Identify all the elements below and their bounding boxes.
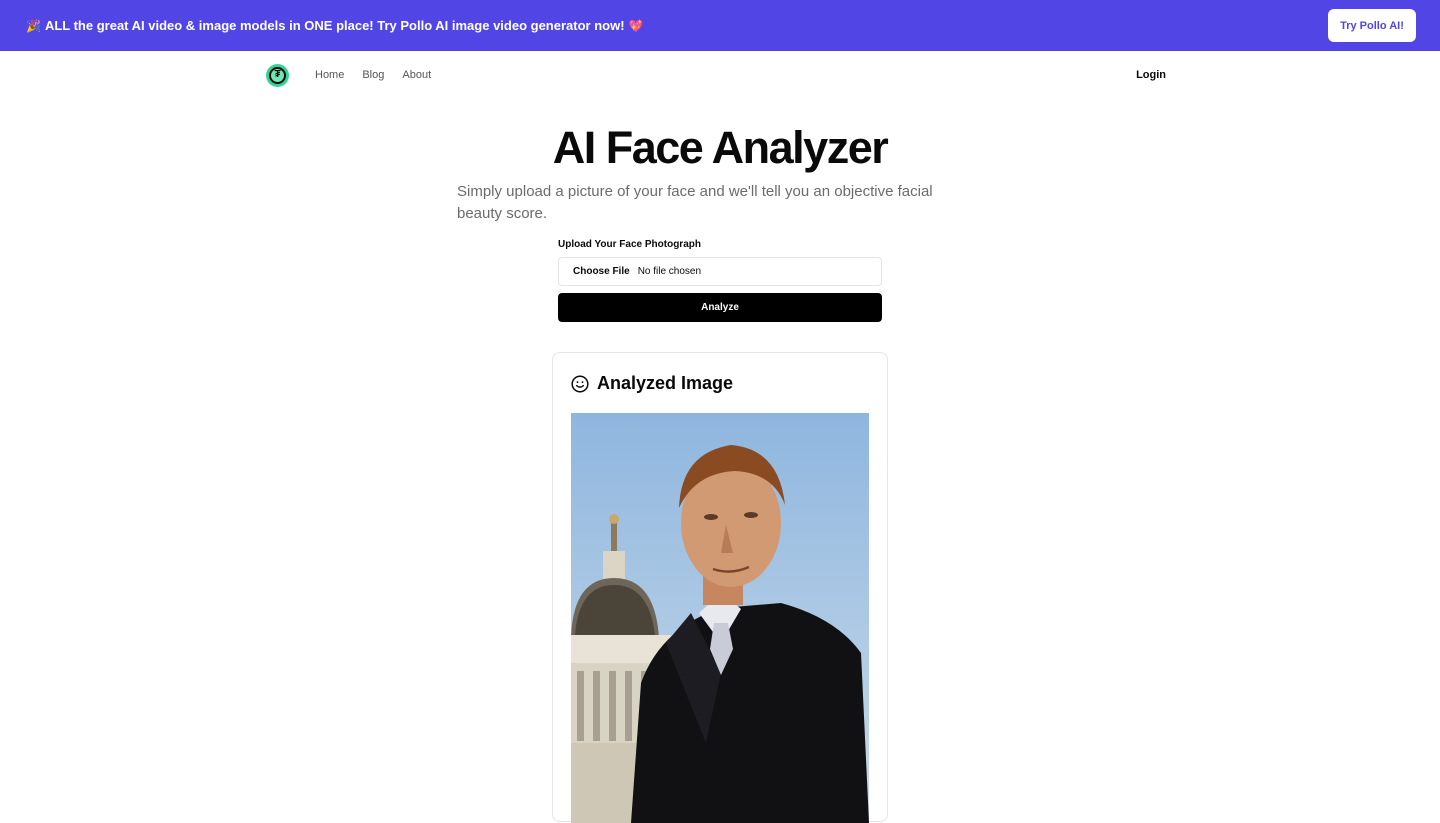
banner-message: 🎉 ALL the great AI video & image models … — [26, 18, 644, 33]
file-input[interactable]: Choose File No file chosen — [558, 257, 882, 286]
site-logo[interactable]: ₮ — [266, 63, 289, 87]
smile-icon — [571, 374, 589, 393]
portrait-illustration — [571, 413, 869, 823]
page-title: AI Face Analyzer — [552, 122, 889, 173]
promo-banner: 🎉 ALL the great AI video & image models … — [0, 0, 1440, 51]
top-nav: ₮ Home Blog About Login — [266, 62, 1166, 88]
analyze-button[interactable]: Analyze — [558, 293, 882, 322]
banner-text: ALL the great AI video & image models in… — [44, 18, 625, 33]
choose-file-button[interactable]: Choose File — [573, 266, 630, 277]
heart-icon: 💖 — [628, 18, 644, 33]
party-icon: 🎉 — [26, 18, 41, 33]
upload-label: Upload Your Face Photograph — [558, 239, 701, 250]
nav-link-home[interactable]: Home — [315, 69, 344, 81]
result-card-header: Analyzed Image — [571, 373, 733, 394]
file-status: No file chosen — [637, 266, 702, 277]
try-pollo-button[interactable]: Try Pollo AI! — [1328, 9, 1416, 42]
nav-link-blog[interactable]: Blog — [362, 69, 384, 81]
analyzed-photo — [571, 413, 869, 823]
logo-icon: ₮ — [269, 66, 286, 84]
result-card: Analyzed Image — [552, 352, 888, 823]
nav-link-about[interactable]: About — [402, 69, 431, 81]
page-subtitle: Simply upload a picture of your face and… — [457, 183, 933, 222]
result-card-title: Analyzed Image — [597, 373, 734, 393]
login-link[interactable]: Login — [1136, 69, 1166, 81]
